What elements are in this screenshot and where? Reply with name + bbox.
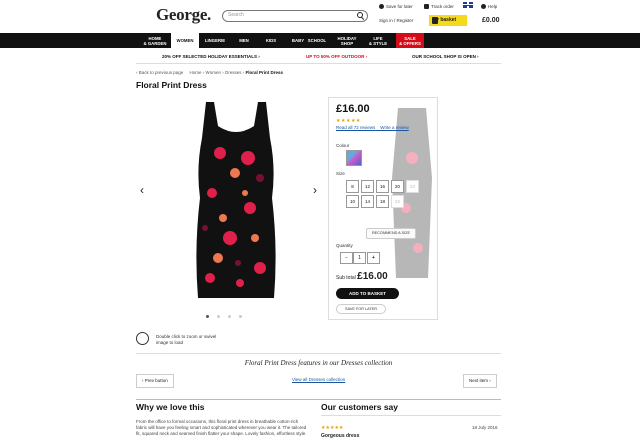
country-flag[interactable] (463, 2, 473, 8)
basket-icon (432, 17, 438, 24)
why-we-love-heading: Why we love this (136, 402, 205, 412)
rating-stars: ★★★★★ (336, 118, 361, 124)
recommend-size-button[interactable]: RECOMMEND A SIZE (366, 228, 416, 239)
search-input[interactable]: Search (222, 10, 368, 22)
read-reviews-link[interactable]: Read all 72 reviews Write a review (336, 125, 409, 130)
next-item-button[interactable]: Next item › (463, 374, 497, 388)
search-placeholder: Search (228, 12, 244, 18)
size-label: Size (336, 171, 345, 176)
size-option-unavailable: 22 (391, 195, 404, 208)
customers-say-heading: Our customers say (321, 402, 399, 412)
review-date: 18 July 2016 (472, 425, 498, 430)
basket-button[interactable]: My basket (429, 15, 467, 26)
divider (136, 399, 501, 400)
prev-item-button[interactable]: ‹ Prev button (136, 374, 174, 388)
write-review-link[interactable]: Write a review (380, 125, 408, 130)
subtotal-value: £16.00 (357, 271, 388, 282)
prev-image-arrow[interactable]: ‹ (140, 183, 144, 197)
view-all-collection-link[interactable]: View all Dresses collection (292, 377, 345, 382)
divider (321, 415, 501, 416)
review-title: Gorgeous dress (321, 433, 360, 439)
promo-school[interactable]: OUR SCHOOL SHOP IS OPEN › (412, 54, 479, 59)
basket-total: £0.00 (482, 17, 500, 24)
nav-women[interactable]: WOMEN (171, 33, 199, 48)
sign-in-link[interactable]: Sign in / Register (379, 18, 413, 23)
nav-life-style[interactable]: LIFE & STYLE (364, 33, 392, 48)
image-carousel-dots[interactable] (206, 314, 250, 320)
help-label: Help (488, 4, 498, 9)
divider (136, 353, 501, 354)
next-image-arrow[interactable]: › (313, 183, 317, 197)
nav-kids[interactable]: KIDS (258, 33, 284, 48)
nav-lingerie[interactable]: LINGERIE (200, 33, 230, 48)
colour-label: Colour (336, 143, 350, 148)
help-icon (481, 4, 486, 10)
promo-holiday[interactable]: 20% OFF SELECTED HOLIDAY ESSENTIALS › (162, 54, 260, 59)
carousel-dot[interactable] (239, 315, 242, 318)
colour-swatch[interactable] (346, 150, 362, 166)
collection-heading: Floral Print Dress features in our Dress… (244, 359, 393, 367)
promo-outdoor[interactable]: UP TO 50% OFF OUTDOOR › (306, 54, 367, 59)
save-for-later-link[interactable]: Save for later (379, 4, 413, 10)
nav-men[interactable]: MEN (231, 33, 257, 48)
back-link[interactable]: ‹ Back to previous page (136, 70, 183, 75)
subtotal: Sub total £16.00 (336, 271, 388, 282)
size-option[interactable]: 20 (391, 180, 404, 193)
read-reviews-label[interactable]: Read all 72 reviews (336, 125, 375, 130)
size-option[interactable]: 10 (346, 195, 359, 208)
zoom-hint: Double click to zoom or swivel image to … (156, 334, 217, 345)
product-title: Floral Print Dress (136, 80, 207, 90)
breadcrumb: ‹ Back to previous page Home › Women › D… (136, 70, 283, 75)
why-we-love-body: From the office to formal occasions, thi… (136, 419, 307, 436)
add-to-basket-button[interactable]: ADD TO BASKET (336, 288, 399, 299)
main-nav: HOME & GARDEN WOMEN LINGERIE MEN KIDS BAB… (0, 33, 640, 48)
breadcrumb-current: Floral Print Dress (245, 70, 284, 75)
size-option[interactable]: 16 (376, 180, 389, 193)
size-option[interactable]: 18 (376, 195, 389, 208)
quantity-increase[interactable]: + (367, 252, 380, 264)
track-order-link[interactable]: Track order (424, 4, 454, 10)
size-option[interactable]: 12 (361, 180, 374, 193)
truck-icon (424, 4, 429, 10)
nav-school[interactable]: SCHOOL (302, 33, 332, 48)
carousel-dot[interactable] (206, 315, 209, 318)
help-link[interactable]: Help (481, 4, 498, 10)
zoom-icon[interactable] (136, 332, 149, 345)
nav-holiday-shop[interactable]: HOLIDAY SHOP (333, 33, 361, 48)
review-stars: ★★★★★ (321, 425, 344, 431)
breadcrumb-path[interactable]: Home › Women › Dresses › (190, 70, 245, 75)
nav-sale-offers[interactable]: SALE & OFFERS (396, 33, 424, 48)
size-option-unavailable: 24 (406, 180, 419, 193)
size-option[interactable]: 8 (346, 180, 359, 193)
carousel-dot[interactable] (228, 315, 231, 318)
save-for-later-label: Save for later (386, 4, 413, 9)
quantity-input[interactable]: 1 (353, 252, 366, 264)
size-option[interactable]: 14 (361, 195, 374, 208)
nav-home-garden[interactable]: HOME & GARDEN (140, 33, 170, 48)
subtotal-label: Sub total (336, 275, 356, 281)
save-for-later-button[interactable]: SAVE FOR LATER (336, 304, 386, 314)
uk-flag-icon (463, 2, 473, 8)
quantity-decrease[interactable]: − (340, 252, 353, 264)
search-icon[interactable] (357, 12, 363, 18)
divider (136, 63, 501, 64)
heart-icon (379, 4, 384, 10)
george-logo[interactable]: George. (156, 5, 211, 25)
product-image[interactable] (190, 98, 282, 302)
carousel-dot[interactable] (217, 315, 220, 318)
quantity-label: Quantity (336, 243, 353, 248)
product-price: £16.00 (336, 103, 370, 115)
track-order-label: Track order (431, 4, 454, 9)
